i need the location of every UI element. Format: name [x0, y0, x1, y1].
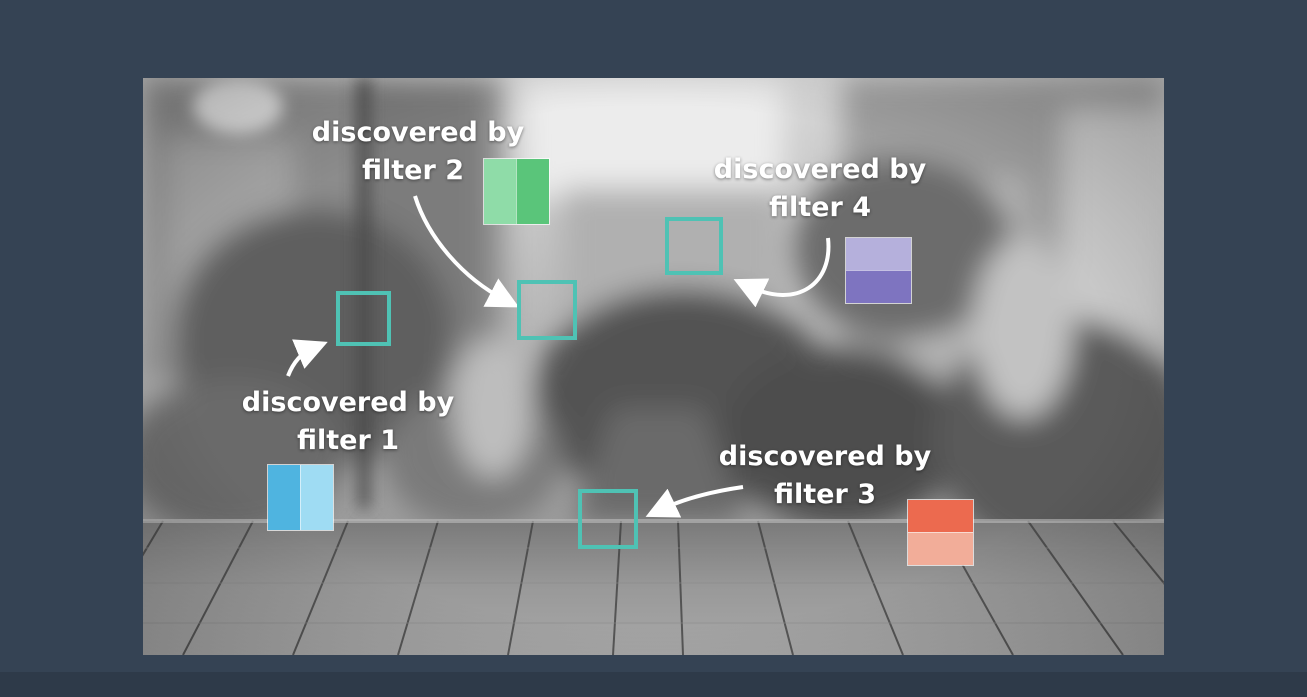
detected-box-filter1 — [336, 291, 391, 346]
filter4-swatch-a — [846, 238, 911, 270]
filter4-swatch — [845, 237, 912, 304]
label-filter1-line2: filter 1 — [297, 425, 399, 456]
filter3-swatch-b — [908, 532, 973, 565]
label-filter1-line1: discovered by — [241, 387, 455, 418]
label-filter3-line2: filter 3 — [774, 479, 876, 510]
label-filter2-line2: filter 2 — [362, 155, 464, 186]
detected-box-filter3 — [578, 489, 638, 549]
filter4-swatch-b — [846, 270, 911, 303]
image-frame: discovered by filter 2 discovered by fil… — [143, 78, 1164, 655]
filter1-swatch-a — [268, 465, 300, 530]
bottom-bar — [0, 672, 1307, 697]
label-filter2-line1: discovered by — [311, 117, 525, 148]
background-photo — [143, 78, 1164, 655]
label-filter2: discovered by filter 2 — [298, 114, 538, 190]
filter1-swatch — [267, 464, 334, 531]
label-filter1: discovered by filter 1 — [228, 384, 468, 460]
filter1-swatch-b — [300, 465, 333, 530]
detected-box-filter2 — [517, 280, 577, 340]
label-filter3-line1: discovered by — [718, 441, 932, 472]
label-filter4: discovered by filter 4 — [700, 151, 940, 227]
label-filter4-line1: discovered by — [713, 154, 927, 185]
label-filter4-line2: filter 4 — [769, 192, 871, 223]
label-filter3: discovered by filter 3 — [705, 438, 945, 514]
